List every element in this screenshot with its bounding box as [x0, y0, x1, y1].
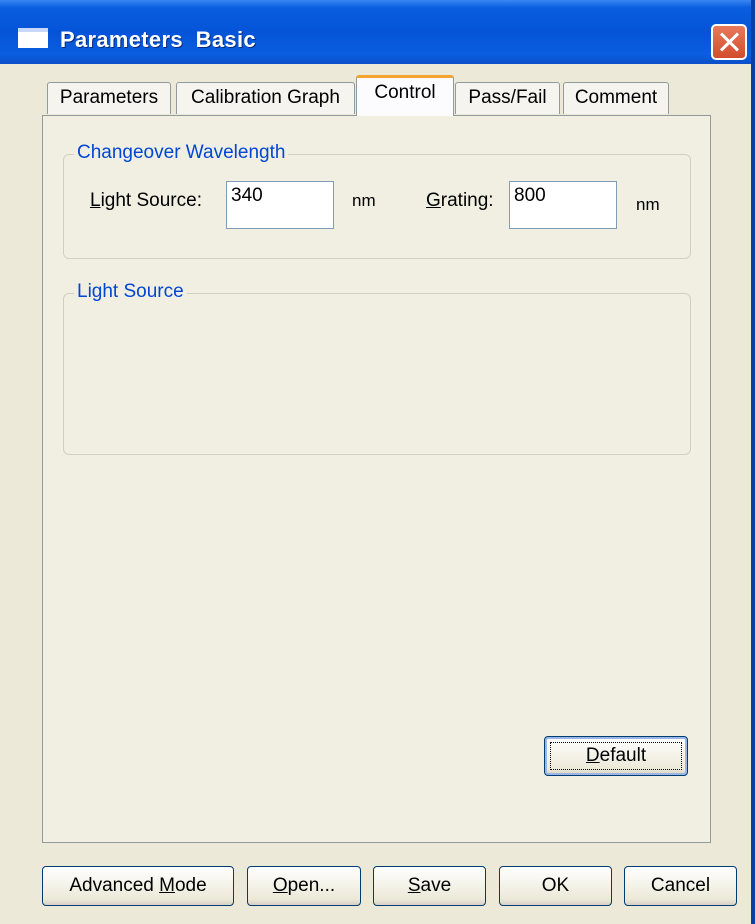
grating-label: Grating:	[426, 190, 494, 211]
cancel-button[interactable]: Cancel	[624, 866, 737, 906]
focus-rect	[550, 742, 682, 770]
button-mnemonic: S	[407, 875, 421, 896]
group-title: Changeover Wavelength	[74, 142, 289, 164]
parameters-dialog: Parameters Basic Parameters Calibration …	[0, 0, 755, 924]
light-source-group: Light Source	[63, 281, 691, 455]
close-icon[interactable]	[711, 24, 747, 60]
button-label: ave	[420, 875, 452, 896]
tab-pass-fail[interactable]: Pass/Fail	[455, 82, 560, 114]
button-label: ode	[174, 875, 207, 896]
button-mnemonic: M	[159, 875, 175, 896]
tab-label: Pass/Fail	[468, 87, 547, 108]
tab-comment[interactable]: Comment	[563, 82, 669, 114]
tab-control[interactable]: Control	[356, 75, 454, 116]
open-button[interactable]: Open...	[247, 866, 361, 906]
button-label: pen...	[287, 875, 336, 896]
tab-parameters[interactable]: Parameters	[47, 82, 171, 114]
window-title: Parameters Basic	[60, 27, 256, 52]
button-mnemonic: O	[272, 875, 288, 896]
window-icon	[18, 28, 48, 48]
tab-label: Control	[374, 82, 436, 103]
title-bar[interactable]: Parameters Basic	[0, 0, 751, 64]
ok-button[interactable]: OK	[499, 866, 612, 906]
button-label: Advanced	[69, 875, 160, 896]
tab-label: Parameters	[59, 87, 159, 108]
default-button[interactable]: Default	[544, 736, 688, 776]
changeover-wavelength-group: Changeover Wavelength Light Source: 340 …	[63, 142, 691, 259]
light-source-label: Light Source:	[90, 190, 202, 211]
grating-unit: nm	[636, 195, 660, 214]
grating-input[interactable]: 800	[509, 181, 617, 229]
tab-label: Comment	[574, 87, 658, 108]
light-source-input[interactable]: 340	[226, 181, 334, 229]
tab-panel-control: Changeover Wavelength Light Source: 340 …	[42, 115, 711, 843]
group-title: Light Source	[74, 281, 187, 303]
light-source-unit: nm	[352, 191, 376, 210]
advanced-mode-button[interactable]: Advanced Mode	[42, 866, 234, 906]
save-button[interactable]: Save	[373, 866, 486, 906]
tab-calibration-graph[interactable]: Calibration Graph	[176, 82, 355, 114]
tab-label: Calibration Graph	[191, 87, 340, 108]
